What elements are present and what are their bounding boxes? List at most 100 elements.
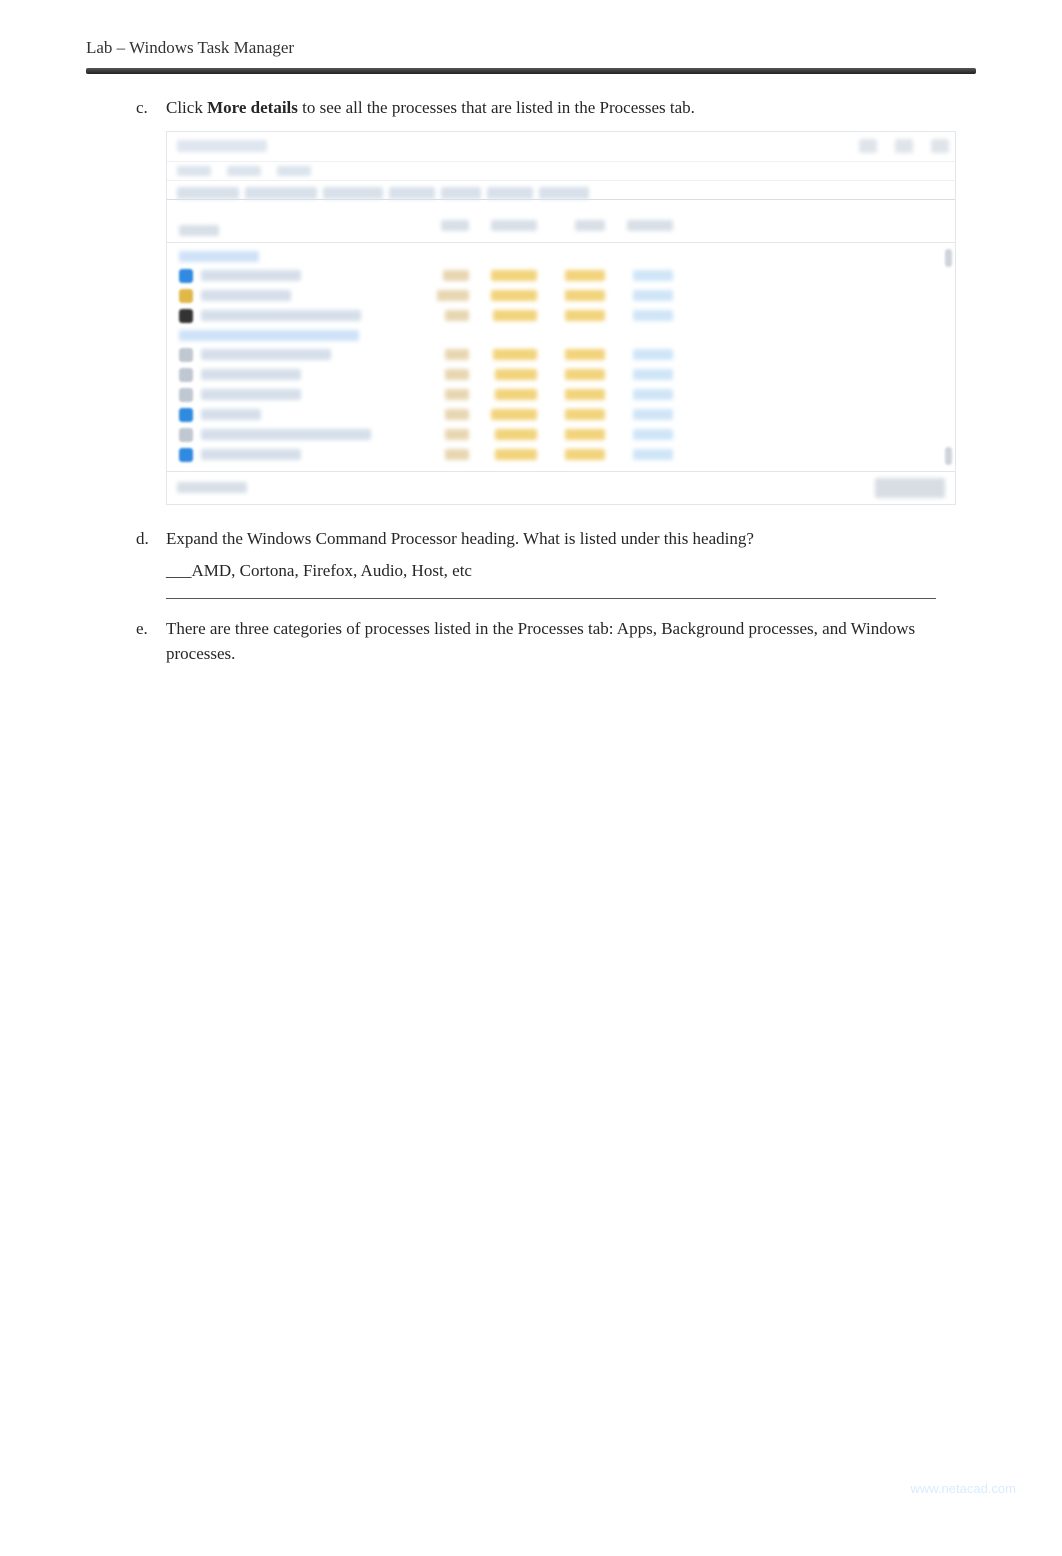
- tm-window-controls: [859, 139, 949, 153]
- tm-titlebar: [167, 132, 955, 162]
- row-memory: [495, 449, 537, 460]
- row-cpu: [445, 369, 469, 380]
- row-disk: [565, 349, 605, 360]
- row-network: [633, 369, 673, 380]
- row-cpu: [445, 310, 469, 321]
- step-e-sublist: o The Apps are the applications that you…: [196, 677, 976, 842]
- step-d: d. Expand the Windows Command Processor …: [136, 527, 966, 552]
- step-d-body: Expand the Windows Command Processor hea…: [166, 527, 966, 552]
- app-icon: [179, 309, 193, 323]
- row-memory: [495, 429, 537, 440]
- step-e-sub-1: o The Apps are the applications that you…: [196, 677, 976, 754]
- row-memory: [493, 310, 537, 321]
- bullet-icon: o: [196, 759, 220, 785]
- tm-menubar: [167, 162, 955, 181]
- row-cpu: [443, 270, 469, 281]
- table-row[interactable]: [167, 385, 955, 405]
- answer-rule: [166, 585, 936, 599]
- tm-tab-history[interactable]: [323, 187, 383, 199]
- col-network[interactable]: [627, 220, 673, 231]
- app-icon: [179, 428, 193, 442]
- table-row[interactable]: [167, 445, 955, 465]
- col-memory[interactable]: [491, 220, 537, 231]
- app-icon: [179, 269, 193, 283]
- tm-tab-users[interactable]: [441, 187, 481, 199]
- page-footer: © 2016 Cisco and/or its affiliates. All …: [46, 1481, 1016, 1496]
- close-icon[interactable]: [931, 139, 949, 153]
- app-icon: [179, 348, 193, 362]
- tm-tab-details[interactable]: [487, 187, 533, 199]
- row-disk: [565, 449, 605, 460]
- scrollbar-thumb[interactable]: [945, 249, 952, 267]
- bullet-icon: o: [196, 677, 220, 754]
- tm-body: [167, 243, 955, 471]
- tm-menu-file[interactable]: [177, 166, 211, 176]
- bullet-icon: o: [196, 791, 220, 842]
- table-row[interactable]: [167, 286, 955, 306]
- section-apps: [167, 247, 955, 266]
- col-cpu[interactable]: [441, 220, 469, 231]
- row-cpu: [445, 409, 469, 420]
- step-e-sub-2: o The Background processes are executed …: [196, 759, 976, 785]
- header-rule: [86, 68, 976, 74]
- row-disk: [565, 369, 605, 380]
- tm-tab-services[interactable]: [539, 187, 589, 199]
- tm-menu-options[interactable]: [227, 166, 261, 176]
- table-row[interactable]: [167, 425, 955, 445]
- step-e: e. There are three categories of process…: [136, 617, 966, 666]
- tm-column-headers: [167, 200, 955, 243]
- row-network: [633, 429, 673, 440]
- row-disk: [565, 389, 605, 400]
- table-row[interactable]: [167, 405, 955, 425]
- footer-center: Page 2 of 3: [46, 1481, 1016, 1496]
- row-name: [201, 449, 301, 460]
- row-network: [633, 449, 673, 460]
- row-network: [633, 389, 673, 400]
- tm-footer: [167, 471, 955, 504]
- row-network: [633, 349, 673, 360]
- row-network: [633, 310, 673, 321]
- table-row[interactable]: [167, 345, 955, 365]
- scrollbar-thumb[interactable]: [945, 447, 952, 465]
- step-c-bold: More details: [207, 98, 298, 117]
- row-memory: [491, 409, 537, 420]
- tm-tab-performance[interactable]: [245, 187, 317, 199]
- end-task-button[interactable]: [875, 478, 945, 498]
- row-memory: [493, 349, 537, 360]
- step-c-body: Click More details to see all the proces…: [166, 96, 966, 121]
- tm-menu-view[interactable]: [277, 166, 311, 176]
- row-cpu: [445, 389, 469, 400]
- step-c-letter: c.: [136, 96, 166, 121]
- step-e-sub-3: o The Windows processes are not shown in…: [196, 791, 976, 842]
- row-cpu: [437, 290, 469, 301]
- table-row[interactable]: [167, 365, 955, 385]
- app-icon: [179, 448, 193, 462]
- row-cpu: [445, 429, 469, 440]
- col-disk[interactable]: [575, 220, 605, 231]
- row-memory: [491, 290, 537, 301]
- row-name: [201, 349, 331, 360]
- row-disk: [565, 409, 605, 420]
- fewer-details-link[interactable]: [177, 482, 247, 493]
- tm-window-title: [177, 140, 267, 152]
- step-d-letter: d.: [136, 527, 166, 552]
- row-memory: [495, 389, 537, 400]
- tm-tab-processes[interactable]: [177, 187, 239, 199]
- row-network: [633, 290, 673, 301]
- maximize-icon[interactable]: [895, 139, 913, 153]
- table-row[interactable]: [167, 306, 955, 326]
- row-cpu: [445, 449, 469, 460]
- row-disk: [565, 290, 605, 301]
- section-background: [167, 326, 955, 345]
- row-memory: [491, 270, 537, 281]
- step-d-answer: ___AMD, Cortona, Firefox, Audio, Host, e…: [166, 561, 936, 581]
- step-c: c. Click More details to see all the pro…: [136, 96, 966, 121]
- tm-tab-startup[interactable]: [389, 187, 435, 199]
- step-e-body: There are three categories of processes …: [166, 617, 966, 666]
- minimize-icon[interactable]: [859, 139, 877, 153]
- table-row[interactable]: [167, 266, 955, 286]
- step-e-sub-1-text: The Apps are the applications that you h…: [220, 677, 976, 754]
- row-disk: [565, 310, 605, 321]
- task-manager-screenshot: [166, 131, 956, 505]
- col-name[interactable]: [179, 225, 219, 236]
